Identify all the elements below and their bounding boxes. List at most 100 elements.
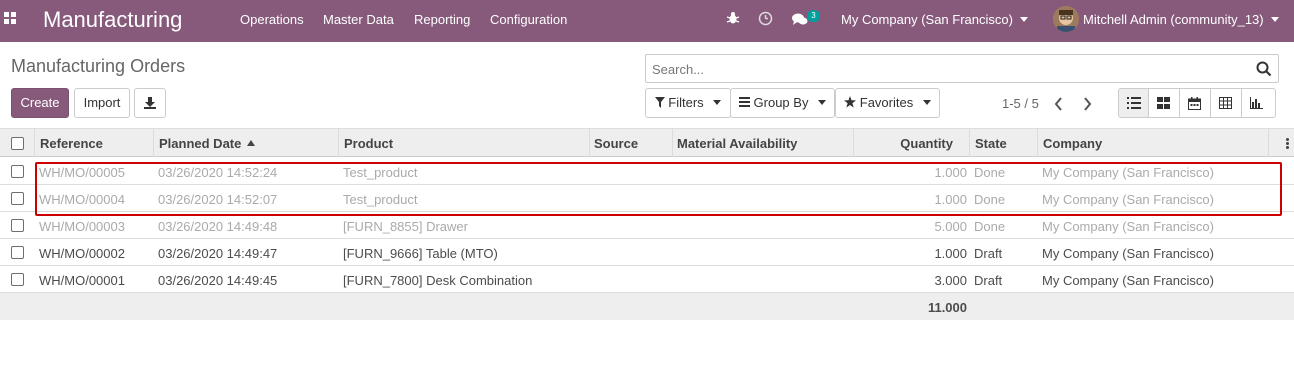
groupby-button[interactable]: Group By (730, 88, 835, 118)
table-header: Reference Planned Date Product Source Ma… (0, 128, 1294, 157)
column-product[interactable]: Product (344, 136, 393, 151)
bar-chart-icon (1250, 97, 1263, 109)
caret-down-icon (922, 100, 931, 105)
cell-company: My Company (San Francisco) (1042, 273, 1214, 288)
cell-product: [FURN_7800] Desk Combination (343, 273, 533, 288)
filters-label: Filters (668, 95, 704, 110)
create-button[interactable]: Create (11, 88, 69, 118)
search-icon[interactable] (1256, 61, 1272, 77)
column-state[interactable]: State (975, 136, 1007, 151)
table-row[interactable]: WH/MO/00002 03/26/2020 14:49:47 [FURN_96… (0, 239, 1294, 266)
filters-button[interactable]: Filters (645, 88, 731, 118)
search-input[interactable]: Search... (645, 54, 1279, 83)
cell-reference: WH/MO/00003 (39, 219, 125, 234)
pager-next-icon[interactable] (1082, 97, 1092, 111)
table-row[interactable]: WH/MO/00003 03/26/2020 14:49:48 [FURN_88… (0, 212, 1294, 239)
cell-company: My Company (San Francisco) (1042, 165, 1214, 180)
cell-state: Draft (974, 273, 1003, 288)
row-checkbox[interactable] (11, 219, 24, 232)
cell-product: [FURN_9666] Table (MTO) (343, 246, 498, 261)
user-name: Mitchell Admin (community_13) (1083, 12, 1264, 27)
kanban-view-icon (1157, 97, 1170, 109)
column-quantity[interactable]: Quantity (900, 136, 953, 151)
import-button[interactable]: Import (74, 88, 130, 118)
column-reference[interactable]: Reference (40, 136, 103, 151)
favorites-button[interactable]: Favorites (835, 88, 940, 118)
list-view-icon (1127, 97, 1141, 109)
total-quantity: 11.000 (927, 300, 967, 315)
table-row[interactable]: WH/MO/00001 03/26/2020 14:49:45 [FURN_78… (0, 266, 1294, 293)
cell-reference: WH/MO/00005 (39, 165, 125, 180)
cell-planned-date: 03/26/2020 14:49:48 (158, 219, 278, 234)
calendar-view-button[interactable] (1180, 88, 1211, 118)
row-checkbox[interactable] (11, 273, 24, 286)
sort-ascending-icon (247, 140, 255, 146)
cell-quantity: 3.000 (934, 273, 967, 288)
cell-company: My Company (San Francisco) (1042, 192, 1214, 207)
cell-product: Test_product (343, 165, 418, 180)
pager-value[interactable]: 1-5 / 5 (1002, 96, 1039, 111)
apps-menu-icon[interactable] (4, 12, 20, 28)
table-view-icon (1219, 97, 1232, 109)
cell-state: Done (974, 192, 1006, 207)
menu-configuration[interactable]: Configuration (490, 12, 567, 27)
column-planned-date[interactable]: Planned Date (159, 136, 241, 151)
cell-quantity: 1.000 (934, 165, 967, 180)
table-row[interactable]: WH/MO/00005 03/26/2020 14:52:24 Test_pro… (0, 158, 1294, 185)
cell-product: Test_product (343, 192, 418, 207)
optional-columns-icon[interactable] (1286, 138, 1289, 149)
column-company[interactable]: Company (1043, 136, 1102, 151)
top-navbar: Manufacturing Operations Master Data Rep… (0, 0, 1294, 42)
company-switcher[interactable]: My Company (San Francisco) (841, 12, 1028, 27)
download-button[interactable] (134, 88, 166, 118)
messages-count-badge: 3 (807, 10, 820, 22)
cell-reference: WH/MO/00004 (39, 192, 125, 207)
row-checkbox[interactable] (11, 165, 24, 178)
cell-planned-date: 03/26/2020 14:52:24 (158, 165, 278, 180)
calendar-view-icon (1188, 97, 1201, 110)
caret-down-icon (1270, 17, 1279, 22)
table-row[interactable]: WH/MO/00004 03/26/2020 14:52:07 Test_pro… (0, 185, 1294, 212)
table-footer-totals: 11.000 (0, 293, 1294, 320)
activity-clock-icon[interactable] (758, 11, 773, 26)
caret-down-icon (818, 100, 827, 105)
bug-icon[interactable] (726, 11, 740, 25)
star-icon (844, 96, 857, 108)
cell-planned-date: 03/26/2020 14:49:47 (158, 246, 278, 261)
column-source[interactable]: Source (594, 136, 638, 151)
groupby-label: Group By (753, 95, 809, 110)
list-view-button[interactable] (1118, 88, 1149, 118)
cell-company: My Company (San Francisco) (1042, 246, 1214, 261)
user-avatar[interactable] (1053, 6, 1079, 32)
cell-planned-date: 03/26/2020 14:52:07 (158, 192, 278, 207)
cell-reference: WH/MO/00002 (39, 246, 125, 261)
user-menu[interactable]: Mitchell Admin (community_13) (1083, 12, 1279, 27)
cell-state: Done (974, 165, 1006, 180)
page-title: Manufacturing Orders (11, 56, 186, 76)
app-name: Manufacturing (43, 7, 183, 32)
cell-planned-date: 03/26/2020 14:49:45 (158, 273, 278, 288)
caret-down-icon (713, 100, 722, 105)
graph-view-button[interactable] (1242, 88, 1276, 118)
menu-reporting[interactable]: Reporting (414, 12, 470, 27)
search-placeholder: Search... (652, 62, 705, 77)
list-bars-icon (738, 97, 750, 107)
menu-master-data[interactable]: Master Data (323, 12, 394, 27)
caret-down-icon (1019, 17, 1028, 22)
company-name: My Company (San Francisco) (841, 12, 1013, 27)
favorites-label: Favorites (859, 95, 914, 110)
filter-icon (654, 97, 665, 108)
cell-company: My Company (San Francisco) (1042, 219, 1214, 234)
kanban-view-button[interactable] (1149, 88, 1180, 118)
pager-previous-icon[interactable] (1054, 97, 1064, 111)
row-checkbox[interactable] (11, 246, 24, 259)
cell-quantity: 1.000 (934, 246, 967, 261)
pivot-view-button[interactable] (1211, 88, 1242, 118)
cell-quantity: 1.000 (934, 192, 967, 207)
messages-icon[interactable] (792, 13, 808, 27)
row-checkbox[interactable] (11, 192, 24, 205)
column-material-availability[interactable]: Material Availability (677, 136, 797, 151)
cell-state: Draft (974, 246, 1003, 261)
menu-operations[interactable]: Operations (240, 12, 304, 27)
select-all-checkbox[interactable] (11, 137, 24, 150)
